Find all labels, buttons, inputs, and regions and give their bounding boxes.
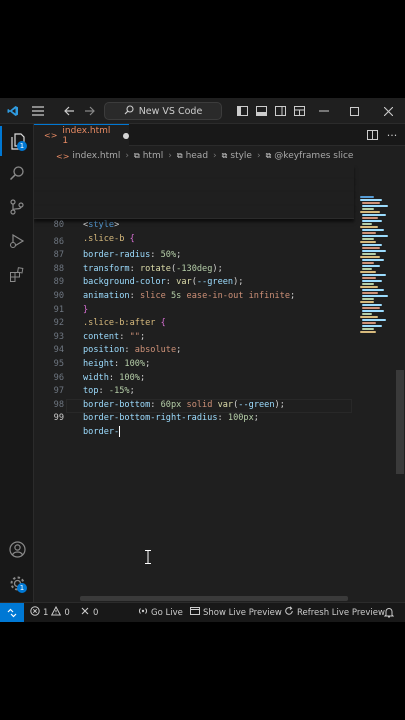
code-line[interactable]: 93 position: absolute; (34, 317, 354, 356)
explorer-icon[interactable]: 1 (0, 126, 34, 156)
code-line[interactable]: 95 width: 100%; (34, 344, 354, 383)
code-text: border- (83, 425, 121, 437)
notifications-bell-icon[interactable] (384, 603, 394, 622)
run-debug-icon[interactable] (0, 226, 34, 256)
code-line[interactable]: 96 top: -15%; (34, 358, 354, 397)
code-line[interactable]: 91 .slice-b:after { (34, 290, 354, 329)
search-label: New VS Code (138, 105, 203, 117)
menu-icon[interactable] (28, 98, 48, 124)
toggle-sidebar-icon[interactable] (234, 98, 250, 124)
element-icon: ⧉ (176, 151, 183, 160)
ports-icon (80, 606, 90, 619)
code-line[interactable]: 86 border-radius: 50%; (34, 222, 354, 261)
code-editor[interactable]: 2 <html lang="en"> 3 <head> 8 <style> 80… (34, 165, 405, 602)
code-line[interactable]: 97 border-bottom: 60px solid var(--green… (34, 372, 354, 410)
tab-bar: <> index.html 1 ··· (34, 124, 405, 146)
remote-indicator-icon[interactable] (0, 603, 24, 622)
refresh-live-preview-button[interactable]: Refresh Live Preview (284, 603, 385, 622)
go-live-label: Go Live (151, 607, 183, 618)
line-number: 80 (53, 220, 64, 231)
code-text: .slice-b { (83, 233, 135, 244)
tab-label: index.html 1 (62, 125, 111, 146)
ports-count: 0 (93, 607, 99, 618)
vertical-scrollbar[interactable] (396, 370, 404, 474)
more-actions-icon[interactable]: ··· (384, 122, 400, 148)
code-line-current[interactable]: 99 border- (34, 399, 354, 437)
maximize-icon[interactable] (344, 98, 364, 124)
breadcrumb-style[interactable]: style (230, 151, 252, 161)
error-icon (30, 606, 40, 619)
sticky-line[interactable]: 80 .slice-b { (34, 205, 354, 244)
minimap[interactable] (358, 194, 392, 344)
sticky-line[interactable]: 3 <head> (34, 178, 354, 217)
breadcrumb-file[interactable]: index.html (72, 151, 120, 161)
code-line[interactable]: 89 animation: slice 5s ease-in-out infin… (34, 263, 354, 301)
manage-badge: 1 (17, 583, 27, 593)
chevron-right-icon: › (125, 151, 129, 161)
code-line[interactable]: 87 transform: rotate(-130deg); (34, 236, 354, 274)
vscode-window: New VS Code 1 1 <> index.html 1 ··· <> i… (0, 98, 405, 622)
search-icon[interactable] (0, 158, 34, 188)
code-line[interactable]: 92 content: ""; (34, 304, 354, 342)
horizontal-scrollbar[interactable] (80, 596, 348, 601)
warning-count: 0 (64, 607, 70, 618)
code-line[interactable]: 98 border-bottom-right-radius: 100px; (34, 385, 354, 424)
ports-status[interactable]: 0 (80, 603, 98, 622)
show-live-preview-label: Show Live Preview (203, 607, 282, 618)
show-live-preview-button[interactable]: Show Live Preview (190, 603, 282, 622)
warning-icon (51, 605, 62, 619)
minimize-icon[interactable] (314, 98, 334, 124)
element-icon: ⧉ (221, 151, 228, 160)
activity-bar: 1 1 (0, 124, 34, 602)
status-bar: 1 0 0 Go Live Show Live Preview Refresh … (0, 602, 405, 622)
title-bar: New VS Code (0, 98, 405, 124)
close-icon[interactable] (377, 98, 399, 124)
breadcrumb: <> index.html › ⧉ html › ⧉ head › ⧉ styl… (34, 147, 405, 165)
code-text: border-bottom-right-radius: 100px; (83, 413, 259, 424)
breadcrumb-head[interactable]: head (186, 151, 208, 161)
toggle-secondary-sidebar-icon[interactable] (272, 98, 288, 124)
broadcast-icon (138, 606, 148, 619)
code-line[interactable]: 90 } (34, 276, 354, 315)
line-number: 99 (53, 413, 64, 424)
sticky-line[interactable]: 8 <style> (34, 192, 354, 230)
customize-layout-icon[interactable] (291, 98, 307, 124)
breadcrumb-keyframes[interactable]: @keyframes slice (274, 151, 353, 161)
chevron-right-icon: › (168, 151, 172, 161)
command-center-search[interactable]: New VS Code (104, 102, 222, 120)
go-live-button[interactable]: Go Live (138, 603, 183, 622)
vscode-logo-icon (4, 98, 22, 124)
code-text: <style> (83, 220, 120, 231)
mouse-ibeam-cursor-icon (145, 549, 151, 564)
preview-icon (190, 606, 200, 619)
error-count: 1 (43, 607, 49, 618)
refresh-live-preview-label: Refresh Live Preview (297, 607, 385, 618)
html-file-icon: <> (56, 151, 70, 161)
explorer-badge: 1 (17, 141, 27, 151)
forward-arrow-icon[interactable] (80, 98, 98, 124)
code-line[interactable]: 94 height: 100%; (34, 331, 354, 369)
chevron-right-icon: › (256, 151, 261, 161)
sticky-line[interactable]: 2 <html lang="en"> (34, 165, 354, 203)
html-file-icon: <> (44, 131, 58, 140)
search-icon (124, 104, 134, 118)
code-line[interactable]: 88 background-color: var(--green); (34, 249, 354, 288)
toggle-panel-icon[interactable] (253, 98, 269, 124)
refresh-icon (284, 606, 294, 619)
accounts-icon[interactable] (0, 534, 34, 564)
manage-icon[interactable]: 1 (0, 568, 34, 598)
unsaved-dot-icon[interactable] (123, 132, 129, 139)
problems-status[interactable]: 1 0 (30, 603, 70, 622)
back-arrow-icon[interactable] (60, 98, 78, 124)
source-control-icon[interactable] (0, 192, 34, 222)
extensions-icon[interactable] (0, 260, 34, 290)
breadcrumb-html[interactable]: html (143, 151, 164, 161)
chevron-right-icon: › (213, 151, 217, 161)
element-icon: ⧉ (134, 151, 140, 160)
tab-index-html[interactable]: <> index.html 1 (34, 124, 129, 146)
keyframes-icon: ⧉ (265, 151, 272, 160)
split-editor-icon[interactable] (364, 122, 380, 148)
text-cursor (119, 425, 121, 437)
